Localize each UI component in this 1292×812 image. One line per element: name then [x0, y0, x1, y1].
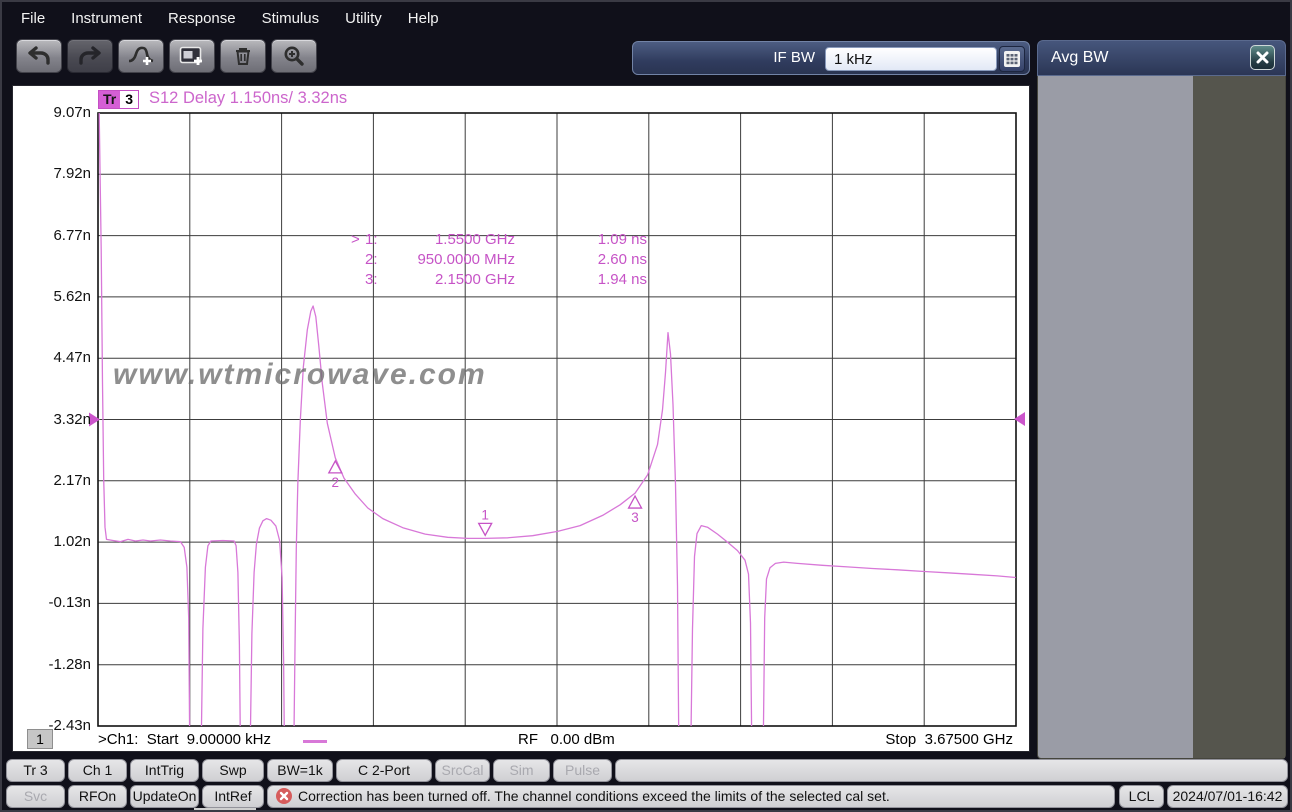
ifbw-quick-bar: IF BW: [632, 41, 1030, 75]
y-axis-label: -0.13n: [48, 594, 91, 612]
marker-value: 2.60 ns: [597, 251, 647, 268]
add-trace-icon: [127, 45, 155, 67]
marker-value: 1.94 ns: [597, 271, 647, 288]
y-axis-label: 9.07n: [53, 104, 91, 121]
menu-item-instrument[interactable]: Instrument: [58, 6, 155, 31]
status-indicator-intref: IntRef: [202, 785, 264, 808]
y-axis-label: 3.32n: [53, 410, 91, 428]
marker-frequency: 950.0000 MHz: [417, 251, 515, 268]
bottom-tab-ch-1[interactable]: Ch 1: [68, 759, 127, 782]
marker-readout-row: >1: 1.5500 GHz 1.09 ns: [351, 231, 647, 248]
menu-bar: File Instrument Response Stimulus Utility Hel…: [2, 2, 1290, 34]
lcl-indicator: LCL: [1119, 785, 1164, 808]
trash-icon: [232, 45, 254, 67]
keypad-button[interactable]: [999, 46, 1025, 72]
y-axis-label: 6.77n: [53, 226, 91, 244]
marker-number: 1:: [365, 231, 378, 248]
marker-value: 1.09 ns: [597, 231, 647, 248]
chart-panel: Tr 3 S12 Delay 1.150ns/ 3.32ns 123 9.07n…: [12, 85, 1030, 752]
bottom-tab-swp[interactable]: Swp: [202, 759, 264, 782]
undo-button[interactable]: [16, 39, 62, 73]
bottom-tab-bw-1k[interactable]: BW=1k: [267, 759, 333, 782]
bottom-tab-srccal[interactable]: SrcCal: [435, 759, 490, 782]
y-axis-label: 7.92n: [53, 165, 91, 183]
y-axis-label: 2.17n: [53, 471, 91, 489]
bottom-tab-pulse[interactable]: Pulse: [553, 759, 612, 782]
panel-close-button[interactable]: [1250, 45, 1275, 70]
redo-button[interactable]: [67, 39, 113, 73]
rf-power-annotation: RF 0.00 dBm: [518, 731, 615, 748]
bottom-tab-tr-3[interactable]: Tr 3: [6, 759, 65, 782]
status-indicator-updateon: UpdateOn: [130, 785, 199, 808]
marker-readout-row: 2: 950.0000 MHz 2.60 ns: [351, 251, 647, 268]
active-marker-arrow: [351, 251, 365, 268]
bottom-tab-inttrig[interactable]: IntTrig: [130, 759, 199, 782]
stimulus-stop-annotation: Stop 3.67500 GHz: [885, 731, 1013, 748]
marker-frequency: 2.1500 GHz: [434, 271, 515, 288]
keypad-icon: [1004, 51, 1020, 67]
vna-application-window: File Instrument Response Stimulus Utility Hel…: [0, 0, 1292, 812]
y-axis-label: 1.02n: [53, 533, 91, 551]
marker-number: 3:: [365, 271, 378, 288]
menu-item-file[interactable]: File: [8, 6, 58, 31]
toolbar: [16, 39, 317, 73]
watermark: www.wtmicrowave.com: [113, 358, 487, 391]
status-indicator-rfon: RFOn: [68, 785, 127, 808]
channel-number-badge: 1: [27, 729, 53, 749]
ifbw-label: IF BW: [773, 49, 815, 66]
panel-title: Avg BW: [1037, 40, 1286, 76]
plot-area: 1 2 3: [89, 112, 1025, 727]
window-resize-handle: [194, 808, 256, 810]
menu-item-stimulus[interactable]: Stimulus: [249, 6, 333, 31]
active-marker-arrow: >: [351, 231, 360, 248]
trace-marker-2[interactable]: 2: [327, 459, 343, 490]
avg-bw-panel: Avg BW MainSmoothingDelayAperture Averag…: [1037, 40, 1286, 759]
bottom-tab-sim[interactable]: Sim: [493, 759, 550, 782]
close-icon: [1256, 51, 1269, 64]
datetime-display: 2024/07/01-16:42: [1167, 785, 1288, 808]
bottom-tab-empty: [615, 759, 1288, 782]
menu-item-help[interactable]: Help: [395, 6, 452, 31]
add-trace-button[interactable]: [118, 39, 164, 73]
error-x-icon: [276, 788, 292, 804]
marker-label-3: 3: [631, 510, 639, 525]
grid-lines: [98, 113, 1016, 726]
y-axis-label: -1.28n: [48, 655, 91, 673]
zoom-icon: [282, 44, 306, 68]
marker-label-2: 2: [332, 475, 340, 490]
menu-item-utility[interactable]: Utility: [332, 6, 395, 31]
delete-button[interactable]: [220, 39, 266, 73]
trace-marker-3[interactable]: 3: [627, 494, 643, 525]
marker-frequency: 1.5500 GHz: [434, 231, 515, 248]
zoom-button[interactable]: [271, 39, 317, 73]
undo-icon: [26, 45, 52, 67]
error-message-bar[interactable]: Correction has been turned off. The chan…: [267, 785, 1115, 808]
marker-label-1: 1: [481, 507, 489, 522]
add-channel-icon: [179, 45, 205, 67]
y-axis-label: 4.47n: [53, 349, 91, 367]
stimulus-start-annotation: >Ch1: Start 9.00000 kHz: [98, 731, 272, 748]
bottom-tab-c-2-port[interactable]: C 2-Port: [336, 759, 432, 782]
marker-readout-row: 3: 2.1500 GHz 1.94 ns: [351, 271, 647, 288]
ifbw-input[interactable]: [825, 47, 997, 71]
status-indicator-svc: Svc: [6, 785, 65, 808]
marker-number: 2:: [365, 251, 378, 268]
error-message-text: Correction has been turned off. The chan…: [298, 788, 890, 804]
active-marker-arrow: [351, 271, 365, 288]
panel-tab-column: [1193, 76, 1285, 758]
trace-marker-1[interactable]: 1: [477, 507, 493, 537]
add-channel-button[interactable]: [169, 39, 215, 73]
menu-item-response[interactable]: Response: [155, 6, 249, 31]
y-axis-label: 5.62n: [53, 287, 91, 305]
trace-color-key: [303, 740, 327, 743]
redo-icon: [77, 45, 103, 67]
